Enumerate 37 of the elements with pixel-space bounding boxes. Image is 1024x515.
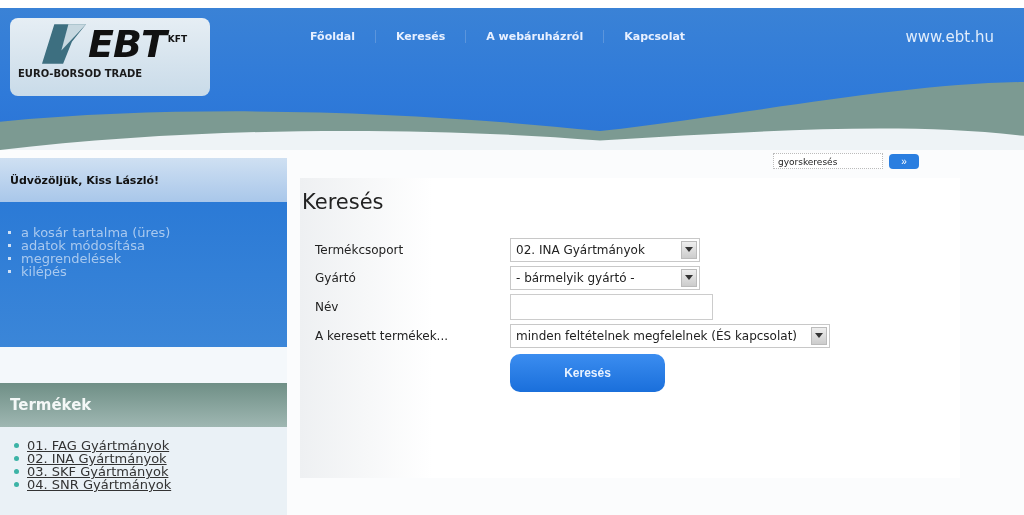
bullet-icon — [14, 469, 19, 474]
field-label: A keresett termékek... — [315, 329, 450, 343]
bullet-icon — [14, 443, 19, 448]
nav-link[interactable]: Főoldal — [290, 30, 377, 43]
page-title: Keresés — [302, 190, 385, 214]
site-url: www.ebt.hu — [905, 28, 994, 46]
field-label: Termékcsoport — [315, 243, 405, 257]
company-name: EURO-BORSOD TRADE — [18, 68, 143, 79]
bullet-icon — [8, 231, 11, 234]
nav-link[interactable]: A webáruházról — [466, 30, 605, 43]
dropdown[interactable]: - bármelyik gyártó - — [510, 266, 700, 290]
products-heading: Termékek — [0, 383, 287, 427]
quick-search-field[interactable]: gyorskeresés — [773, 153, 883, 169]
bullet-icon — [14, 456, 19, 461]
bullet-icon — [14, 482, 19, 487]
bullet-icon — [8, 270, 11, 273]
dropdown[interactable]: minden feltételnek megfelelnek (ÉS kapcsolat) — [510, 324, 831, 348]
input-field[interactable] — [510, 294, 713, 320]
menu-link[interactable]: kilépés — [21, 265, 67, 278]
menu-link[interactable]: megrendelések — [21, 252, 122, 265]
product-link[interactable]: 04. SNR Gyártmányok — [27, 478, 172, 491]
nav-link[interactable]: Kapcsolat — [604, 30, 706, 43]
quick-search-button[interactable]: » — [889, 153, 919, 169]
nav-link[interactable]: Keresés — [376, 30, 467, 43]
product-link[interactable]: 02. INA Gyártmányok — [27, 452, 167, 465]
bullet-icon — [8, 257, 11, 260]
field-label: Név — [315, 300, 340, 314]
welcome-heading: Üdvözöljük, Kiss László! — [0, 158, 287, 202]
product-link[interactable]: 01. FAG Gyártmányok — [27, 439, 170, 452]
menu-link[interactable]: adatok módosítása — [21, 239, 145, 252]
field-label: Gyártó — [315, 271, 357, 285]
bullet-icon — [8, 244, 11, 247]
product-link[interactable]: 03. SKF Gyártmányok — [27, 465, 169, 478]
dropdown[interactable]: 02. INA Gyártmányok — [510, 238, 700, 262]
menu-link[interactable]: a kosár tartalma (üres) — [21, 226, 171, 239]
logo-mark-icon — [42, 24, 86, 64]
search-button[interactable]: Keresés — [510, 354, 665, 392]
